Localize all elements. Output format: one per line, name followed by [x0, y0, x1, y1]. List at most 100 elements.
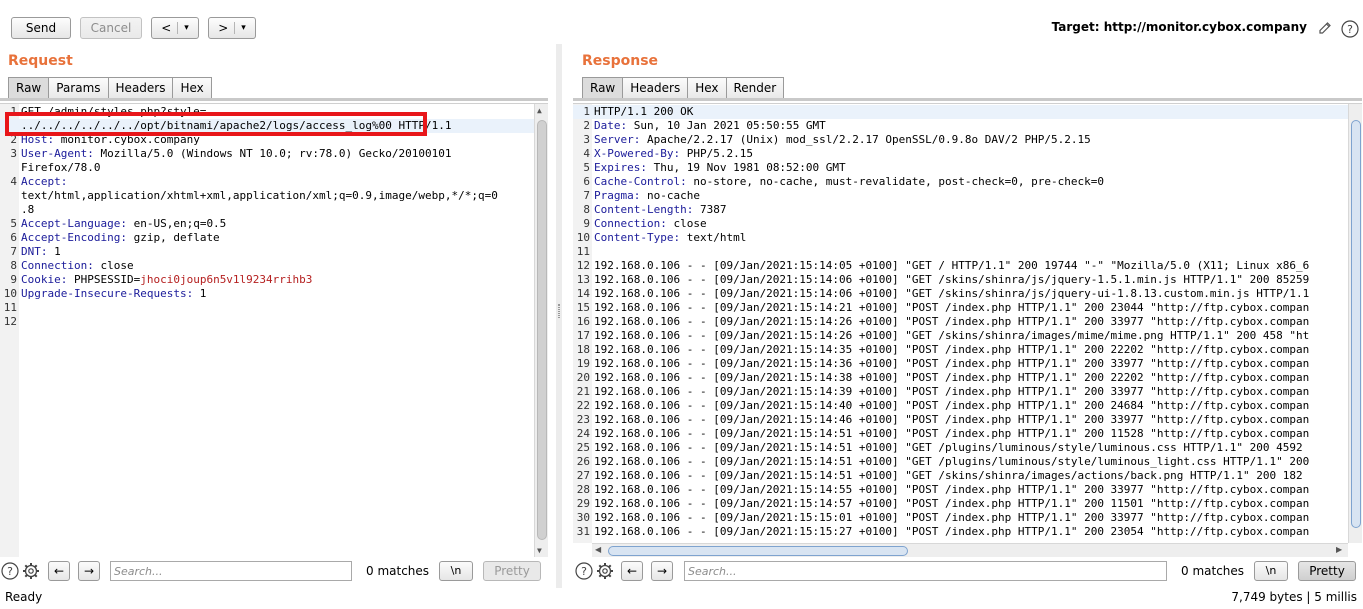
- request-editor[interactable]: 1 GET /admin/styles.php?style= ../../../..…: [0, 103, 548, 557]
- code-line: 31 192.168.0.106 - - [09/Jan/2021:15:15:2…: [573, 525, 1348, 539]
- line-content: 192.168.0.106 - - [09/Jan/2021:15:14:55 …: [590, 483, 1309, 497]
- response-search-input[interactable]: [684, 561, 1167, 581]
- code-line: 27 192.168.0.106 - - [09/Jan/2021:15:14:5…: [573, 469, 1348, 483]
- header-value: 192.168.0.106 - - [09/Jan/2021:15:14:46 …: [594, 413, 1310, 426]
- line-number: 6: [10, 231, 17, 244]
- line-number: 28: [576, 483, 590, 496]
- pretty-button[interactable]: Pretty: [483, 561, 541, 581]
- code-line: 1 HTTP/1.1 200 OK: [573, 105, 1348, 119]
- response-vertical-scrollbar[interactable]: [1348, 104, 1362, 543]
- forward-button[interactable]: > ▾: [208, 17, 256, 39]
- pretty-button[interactable]: Pretty: [1298, 561, 1356, 581]
- scroll-left-icon[interactable]: ◀: [595, 545, 601, 554]
- code-line: 10 Content-Type: text/html: [573, 231, 1348, 245]
- button-separator: [234, 22, 236, 34]
- header-value: 192.168.0.106 - - [09/Jan/2021:15:14:26 …: [594, 315, 1310, 328]
- line-content: Accept-Encoding: gzip, deflate: [17, 231, 220, 245]
- line-content: 192.168.0.106 - - [09/Jan/2021:15:14:36 …: [590, 357, 1309, 371]
- header-name: Upgrade-Insecure-Requests:: [21, 287, 194, 300]
- line-number: 1: [583, 105, 590, 118]
- header-value: close: [93, 259, 134, 272]
- header-value: 192.168.0.106 - - [09/Jan/2021:15:14:38 …: [594, 371, 1310, 384]
- line-number: 25: [576, 441, 590, 454]
- back-arrow-icon: <: [161, 21, 172, 35]
- search-next-button[interactable]: →: [78, 561, 100, 581]
- header-value: 192.168.0.106 - - [09/Jan/2021:15:14:57 …: [594, 497, 1310, 510]
- question-circle-icon[interactable]: ?: [575, 562, 593, 580]
- tab-params[interactable]: Params: [48, 77, 109, 99]
- line-content: 192.168.0.106 - - [09/Jan/2021:15:14:06 …: [590, 287, 1309, 301]
- scroll-thumb[interactable]: [537, 120, 547, 540]
- gear-icon[interactable]: [596, 562, 614, 580]
- response-title: Response: [582, 53, 659, 69]
- chevron-down-icon[interactable]: ▾: [184, 18, 189, 38]
- tab-hex[interactable]: Hex: [687, 77, 727, 99]
- horizontal-scroll-thumb[interactable]: [608, 546, 908, 556]
- cancel-button[interactable]: Cancel: [80, 17, 142, 39]
- response-horizontal-scrollbar[interactable]: ◀ ▶: [592, 543, 1348, 557]
- line-content: 192.168.0.106 - - [09/Jan/2021:15:14:38 …: [590, 371, 1309, 385]
- code-line: 10 Upgrade-Insecure-Requests: 1: [0, 287, 534, 301]
- newline-toggle-button[interactable]: \n: [1254, 561, 1288, 581]
- scroll-down-icon[interactable]: ▼: [537, 546, 542, 555]
- code-line: 25 192.168.0.106 - - [09/Jan/2021:15:14:5…: [573, 441, 1348, 455]
- line-content: DNT: 1: [17, 245, 61, 259]
- header-value: 192.168.0.106 - - [09/Jan/2021:15:14:26 …: [594, 329, 1310, 342]
- line-content: 192.168.0.106 - - [09/Jan/2021:15:14:05 …: [590, 259, 1309, 273]
- code-line: 9 Cookie: PHPSESSID=jhoci0joup6n5v1l9234r…: [0, 273, 534, 287]
- line-number: 21: [576, 385, 590, 398]
- svg-text:?: ?: [7, 565, 13, 578]
- forward-arrow-icon: >: [218, 21, 229, 35]
- code-line: 11: [0, 301, 534, 315]
- code-line: 7 DNT: 1: [0, 245, 534, 259]
- line-number: 18: [576, 343, 590, 356]
- code-line: 7 Pragma: no-cache: [573, 189, 1348, 203]
- line-content: Accept:: [17, 175, 67, 189]
- request-vertical-scrollbar[interactable]: ▲ ▼: [534, 104, 548, 557]
- tab-render[interactable]: Render: [725, 77, 785, 99]
- request-search-input[interactable]: [110, 561, 352, 581]
- send-button[interactable]: Send: [11, 17, 71, 39]
- line-content: 192.168.0.106 - - [09/Jan/2021:15:14:39 …: [590, 385, 1309, 399]
- splitter-grip[interactable]: [558, 304, 560, 318]
- header-value: 7387: [693, 203, 727, 216]
- tab-raw[interactable]: Raw: [8, 77, 50, 99]
- request-title: Request: [8, 53, 73, 69]
- header-value: 192.168.0.106 - - [09/Jan/2021:15:14:06 …: [594, 287, 1310, 300]
- chevron-down-icon[interactable]: ▾: [241, 18, 246, 38]
- header-value: 192.168.0.106 - - [09/Jan/2021:15:14:51 …: [594, 427, 1310, 440]
- line-content: Expires: Thu, 19 Nov 1981 08:52:00 GMT: [590, 161, 846, 175]
- back-button[interactable]: < ▾: [151, 17, 199, 39]
- question-circle-icon[interactable]: ?: [1, 562, 19, 580]
- code-line: 4 X-Powered-By: PHP/5.2.15: [573, 147, 1348, 161]
- question-circle-icon[interactable]: ?: [1341, 20, 1359, 38]
- search-next-button[interactable]: →: [651, 561, 673, 581]
- header-name: Connection:: [594, 217, 667, 230]
- scroll-up-icon[interactable]: ▲: [537, 106, 542, 115]
- gear-icon[interactable]: [22, 562, 40, 580]
- line-number: 20: [576, 371, 590, 384]
- code-line: 3 Server: Apache/2.2.17 (Unix) mod_ssl/2.…: [573, 133, 1348, 147]
- scroll-right-icon[interactable]: ▶: [1336, 545, 1342, 554]
- line-number: 5: [583, 161, 590, 174]
- header-value: 192.168.0.106 - - [09/Jan/2021:15:14:21 …: [594, 301, 1310, 314]
- search-prev-button[interactable]: ←: [621, 561, 643, 581]
- header-value: close: [666, 217, 707, 230]
- code-line: 16 192.168.0.106 - - [09/Jan/2021:15:14:2…: [573, 315, 1348, 329]
- code-line: 19 192.168.0.106 - - [09/Jan/2021:15:14:3…: [573, 357, 1348, 371]
- tab-raw[interactable]: Raw: [582, 77, 624, 99]
- line-number: 3: [583, 133, 590, 146]
- line-content: 192.168.0.106 - - [09/Jan/2021:15:14:51 …: [590, 469, 1303, 483]
- tab-hex[interactable]: Hex: [172, 77, 212, 99]
- pencil-icon[interactable]: [1317, 20, 1333, 36]
- line-number: 14: [576, 287, 590, 300]
- header-value: no-store, no-cache, must-revalidate, pos…: [686, 175, 1104, 188]
- search-prev-button[interactable]: ←: [48, 561, 70, 581]
- tab-headers[interactable]: Headers: [107, 77, 174, 99]
- newline-toggle-button[interactable]: \n: [439, 561, 473, 581]
- code-line: 11: [573, 245, 1348, 259]
- header-name: Accept:: [21, 175, 68, 188]
- response-editor[interactable]: 1 HTTP/1.1 200 OK 2 Date: Sun, 10 Jan 2021 …: [573, 103, 1362, 543]
- tab-headers[interactable]: Headers: [622, 77, 689, 99]
- scroll-thumb[interactable]: [1351, 120, 1361, 528]
